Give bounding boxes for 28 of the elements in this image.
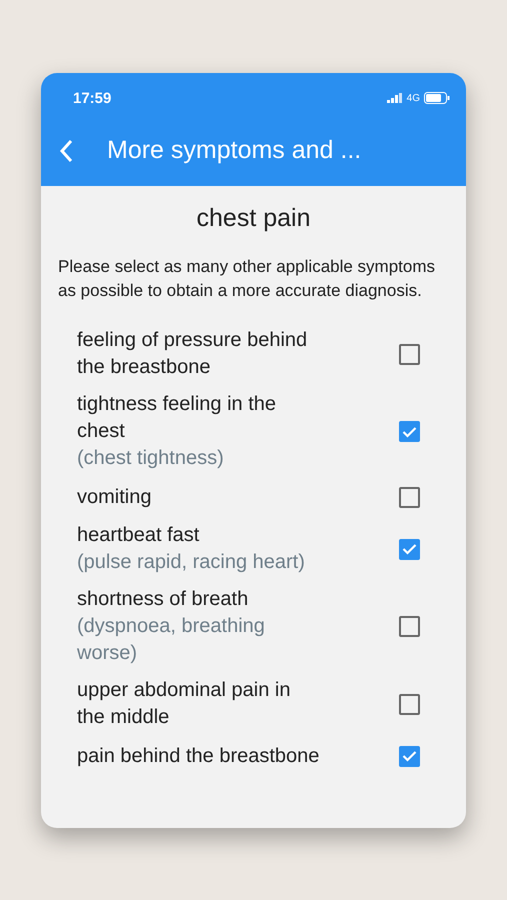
symptom-name: heartbeat fast: [77, 523, 200, 548]
checkmark-icon: [402, 426, 417, 438]
battery-icon: [424, 92, 450, 104]
symptom-name: upper abdominal pain in the middle: [77, 678, 292, 730]
symptom-checkbox[interactable]: [399, 616, 420, 637]
status-time: 17:59: [73, 90, 112, 106]
symptom-checkbox[interactable]: [399, 421, 420, 442]
symptom-name: vomiting: [77, 484, 152, 510]
symptom-name: pain behind the breastbone: [77, 744, 320, 768]
symptom-checkbox[interactable]: [399, 486, 420, 508]
checkmark-icon: [402, 543, 417, 555]
signal-icon: [386, 93, 403, 103]
back-button[interactable]: [59, 138, 73, 162]
symptom-synonyms: (dyspnoea, breathing worse): [77, 614, 266, 666]
instructions-text: Please select as many other applicable symptoms as possible to obtain a more accurate diagnosis.: [58, 256, 436, 302]
symptom-checkbox[interactable]: [399, 344, 420, 364]
symptom-name: shortness of breath: [77, 587, 250, 612]
symptom-checkbox[interactable]: [399, 694, 420, 714]
symptom-name: feeling of pressure behind the breastbone: [77, 328, 308, 380]
symptom-synonyms: (chest tightness): [77, 446, 225, 471]
symptom-checkbox[interactable]: [399, 538, 420, 560]
symptom-checkbox[interactable]: [399, 746, 420, 766]
symptom-synonyms: (pulse rapid, racing heart): [77, 550, 306, 575]
symptom-name: tightness feeling in the chest: [77, 392, 278, 444]
screen-title: More symptoms and ...: [107, 136, 362, 165]
symptom-heading: chest pain: [196, 204, 312, 233]
network-label: 4G: [406, 92, 420, 104]
checkmark-icon: [402, 750, 417, 762]
